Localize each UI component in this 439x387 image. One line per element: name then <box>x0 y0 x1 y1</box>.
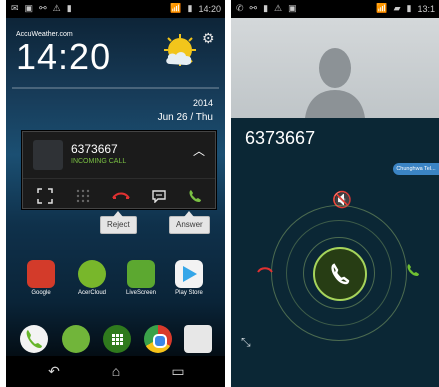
image-icon: ▣ <box>288 3 297 13</box>
widget-clock: 14:20 <box>16 36 112 77</box>
signal-icon: ▰ <box>393 3 401 13</box>
widget-year: 2014 <box>192 98 213 108</box>
status-time: 14:20 <box>198 3 221 14</box>
status-bar: ✉ ▣ ⚯ ⚠ ▮ 📶 ▮ 14:20 <box>6 0 225 18</box>
app-google[interactable]: Google <box>18 260 64 296</box>
wifi-icon: 📶 <box>376 3 388 13</box>
app-play-store[interactable]: Play Store <box>166 260 212 296</box>
app-livescreen[interactable]: LiveScreen <box>118 260 164 296</box>
warning-icon: ⚠ <box>52 3 61 13</box>
caller-avatar <box>33 140 63 170</box>
warning-icon: ⚠ <box>274 3 283 13</box>
caller-number: 6373667 <box>71 142 118 156</box>
caller-photo <box>231 18 439 118</box>
end-call-icon[interactable] <box>109 184 133 208</box>
sim-icon: ▮ <box>66 3 72 13</box>
sun-cloud-icon <box>164 34 196 66</box>
play-store-icon <box>175 260 203 288</box>
popup-divider <box>23 178 215 179</box>
recent-apps-icon[interactable]: ▭ <box>166 362 190 380</box>
caller-number: 6373667 <box>245 128 316 148</box>
status-icons-right: 📶 ▰ ▮ 13:1 <box>376 3 435 14</box>
back-icon[interactable]: ↶ <box>42 362 66 380</box>
app-label: Google <box>31 290 51 296</box>
dock-bar <box>6 321 225 355</box>
home-apps-row: Google AcerCloud LiveScreen Play Store <box>6 260 225 305</box>
image-icon: ▣ <box>24 3 34 13</box>
chrome-icon[interactable] <box>144 325 172 353</box>
usb-icon: ⚯ <box>249 3 258 13</box>
sim-icon: ▮ <box>263 3 269 13</box>
call-icon[interactable] <box>183 184 207 208</box>
livescreen-icon <box>127 260 155 288</box>
collapse-icon[interactable]: ⤡ <box>241 335 251 350</box>
status-icons-left: ✉ ▣ ⚯ ⚠ ▮ <box>11 3 72 14</box>
call-icon <box>331 263 350 285</box>
status-time: 13:1 <box>417 3 435 14</box>
right-phone-screen: ✆ ⚯ ▮ ⚠ ▣ 📶 ▰ ▮ 13:1 6373667 Chunghwa Te… <box>231 0 439 387</box>
app-acercloud[interactable]: AcerCloud <box>69 260 115 296</box>
reject-tooltip: Reject <box>100 211 137 234</box>
person-silhouette-icon <box>305 48 365 118</box>
status-bar: ✆ ⚯ ▮ ⚠ ▣ 📶 ▰ ▮ 13:1 <box>231 0 439 18</box>
incoming-call-popup: 6373667 INCOMING CALL ︿ <box>22 131 216 209</box>
chevron-up-icon[interactable]: ︿ <box>193 142 205 159</box>
expand-icon[interactable] <box>33 184 57 208</box>
call-icon[interactable] <box>405 262 421 278</box>
notification-icon: ✉ <box>11 3 19 13</box>
call-status: INCOMING CALL <box>71 158 127 165</box>
end-call-icon[interactable] <box>257 262 273 278</box>
camera-icon[interactable] <box>184 325 212 353</box>
battery-icon: ▮ <box>187 3 193 13</box>
cloud-icon <box>78 260 106 288</box>
wifi-icon: 📶 <box>170 3 182 13</box>
left-phone-screen: ✉ ▣ ⚯ ⚠ ▮ 📶 ▮ 14:20 AccuWeather.com 14:2… <box>6 0 225 387</box>
widget-divider <box>12 87 219 89</box>
message-icon[interactable] <box>147 184 171 208</box>
dialpad-icon[interactable] <box>71 184 95 208</box>
status-icons-right: 📶 ▮ 14:20 <box>170 3 221 14</box>
app-label: AcerCloud <box>77 290 106 296</box>
answer-tooltip: Answer <box>169 211 210 234</box>
messaging-icon[interactable] <box>62 325 90 353</box>
app-drawer-icon[interactable] <box>103 325 131 353</box>
widget-date: Jun 26 / Thu <box>157 112 213 123</box>
phone-icon[interactable] <box>20 325 48 353</box>
google-folder-icon <box>27 260 55 288</box>
home-icon[interactable]: ⌂ <box>104 362 128 380</box>
call-icon: ✆ <box>236 3 244 13</box>
app-label: LiveScreen <box>125 290 157 296</box>
status-icons-left: ✆ ⚯ ▮ ⚠ ▣ <box>236 3 297 14</box>
usb-icon: ⚯ <box>39 3 47 13</box>
navigation-bar: ↶ ⌂ ▭ <box>6 356 225 387</box>
gear-icon[interactable]: ⚙ <box>202 30 215 47</box>
app-label: Play Store <box>175 290 203 296</box>
answer-button[interactable] <box>313 247 367 301</box>
carrier-pill: Chunghwa Tel... <box>393 163 439 175</box>
battery-icon: ▮ <box>406 3 412 13</box>
